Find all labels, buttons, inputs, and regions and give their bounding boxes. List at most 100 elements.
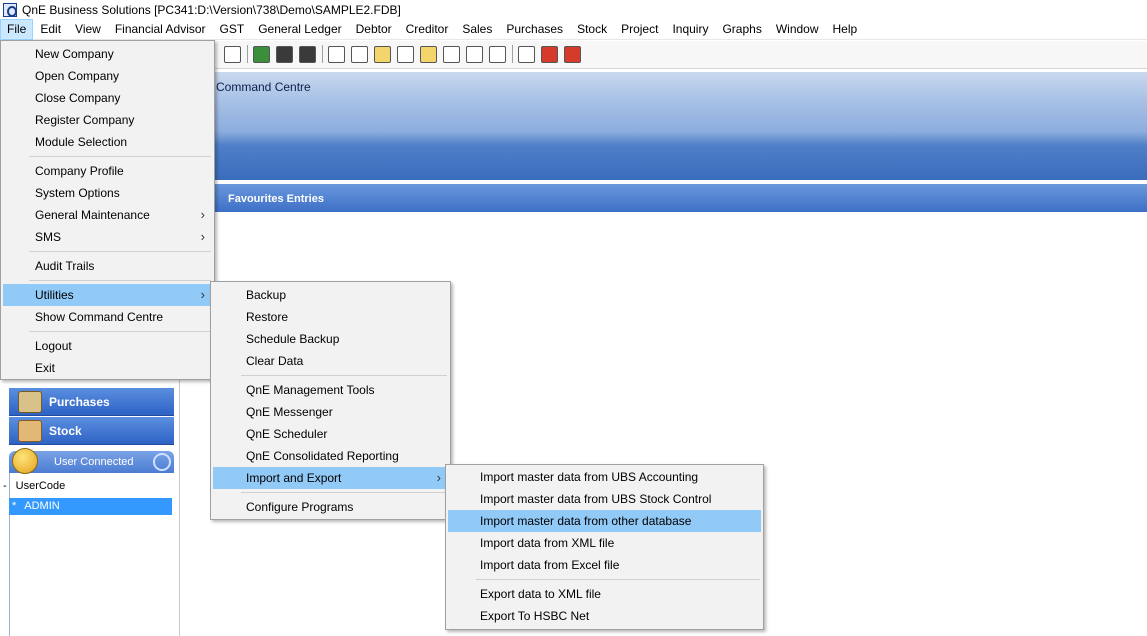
creditor-icon[interactable] bbox=[299, 45, 316, 63]
utilities-menu: Backup Restore Schedule Backup Clear Dat… bbox=[210, 281, 451, 520]
app-icon bbox=[3, 2, 17, 17]
stack-icon[interactable] bbox=[443, 45, 460, 63]
chevron-right-icon: › bbox=[436, 470, 441, 485]
command-centre-title: Command Centre bbox=[216, 80, 311, 94]
nav-stock[interactable]: Stock bbox=[9, 417, 174, 445]
menu-gst[interactable]: GST bbox=[213, 19, 252, 40]
menu-sales[interactable]: Sales bbox=[455, 19, 499, 40]
menu-stock[interactable]: Stock bbox=[570, 19, 614, 40]
document-icon[interactable] bbox=[328, 45, 345, 63]
chevron-right-icon: › bbox=[200, 229, 205, 244]
menu-item-management-tools[interactable]: QnE Management Tools bbox=[213, 379, 448, 401]
menu-separator bbox=[476, 579, 760, 580]
menu-help[interactable]: Help bbox=[826, 19, 865, 40]
menu-item-utilities[interactable]: Utilities › bbox=[3, 284, 212, 306]
user-icon bbox=[12, 448, 38, 474]
menu-separator bbox=[241, 375, 447, 376]
menu-item-import-export[interactable]: Import and Export › bbox=[213, 467, 448, 489]
menu-creditor[interactable]: Creditor bbox=[399, 19, 456, 40]
menu-purchases[interactable]: Purchases bbox=[499, 19, 570, 40]
menu-item-new-company[interactable]: New Company bbox=[3, 43, 212, 65]
menu-separator bbox=[29, 156, 211, 157]
menu-edit[interactable]: Edit bbox=[33, 19, 68, 40]
debtor-icon[interactable] bbox=[276, 45, 293, 63]
refresh-icon[interactable] bbox=[153, 453, 171, 471]
chevron-right-icon: › bbox=[200, 287, 205, 302]
menu-item-export-hsbc[interactable]: Export To HSBC Net bbox=[448, 605, 761, 627]
menu-item-module-selection[interactable]: Module Selection bbox=[3, 131, 212, 153]
folder-icon[interactable] bbox=[420, 45, 437, 63]
menu-item-scheduler[interactable]: QnE Scheduler bbox=[213, 423, 448, 445]
menu-item-sms[interactable]: SMS › bbox=[3, 226, 212, 248]
menu-item-restore[interactable]: Restore bbox=[213, 306, 448, 328]
menu-item-import-ubs-accounting[interactable]: Import master data from UBS Accounting bbox=[448, 466, 761, 488]
menu-separator bbox=[29, 280, 211, 281]
menu-item-system-options[interactable]: System Options bbox=[3, 182, 212, 204]
menu-item-import-xml[interactable]: Import data from XML file bbox=[448, 532, 761, 554]
preview-icon[interactable] bbox=[518, 45, 535, 63]
menu-separator bbox=[29, 251, 211, 252]
menu-item-backup[interactable]: Backup bbox=[213, 284, 448, 306]
usercode-header: UserCode bbox=[15, 480, 66, 492]
menu-financial-advisor[interactable]: Financial Advisor bbox=[108, 19, 213, 40]
menu-item-schedule-backup[interactable]: Schedule Backup bbox=[213, 328, 448, 350]
toolbar-separator bbox=[322, 45, 323, 63]
menu-item-export-xml[interactable]: Export data to XML file bbox=[448, 583, 761, 605]
copy-icon[interactable] bbox=[397, 45, 414, 63]
favourites-title: Favourites Entries bbox=[228, 193, 324, 205]
toolbar-icons bbox=[224, 45, 587, 63]
favourites-bar: Favourites Entries bbox=[183, 184, 1147, 212]
nav-stock-label: Stock bbox=[49, 423, 82, 438]
menu-bar: File Edit View Financial Advisor GST Gen… bbox=[0, 18, 1147, 40]
header-marker: - bbox=[3, 480, 7, 492]
menu-item-company-profile[interactable]: Company Profile bbox=[3, 160, 212, 182]
menu-item-clear-data[interactable]: Clear Data bbox=[213, 350, 448, 372]
back-icon[interactable] bbox=[564, 45, 581, 63]
nav-purchases[interactable]: Purchases bbox=[9, 388, 174, 416]
menu-item-show-command-centre[interactable]: Show Command Centre bbox=[3, 306, 212, 328]
toolbar-separator bbox=[512, 45, 513, 63]
menu-view[interactable]: View bbox=[68, 19, 108, 40]
box-icon bbox=[18, 420, 42, 442]
menu-item-register-company[interactable]: Register Company bbox=[3, 109, 212, 131]
menu-item-close-company[interactable]: Close Company bbox=[3, 87, 212, 109]
menu-graphs[interactable]: Graphs bbox=[715, 19, 768, 40]
notes-icon[interactable] bbox=[374, 45, 391, 63]
menu-item-audit-trails[interactable]: Audit Trails bbox=[3, 255, 212, 277]
menu-file[interactable]: File bbox=[0, 18, 34, 40]
user-row[interactable]: * ADMIN bbox=[9, 498, 172, 515]
menu-item-exit[interactable]: Exit bbox=[3, 357, 212, 379]
truck-icon bbox=[18, 391, 42, 413]
menu-item-configure-programs[interactable]: Configure Programs bbox=[213, 496, 448, 518]
menu-item-messenger[interactable]: QnE Messenger bbox=[213, 401, 448, 423]
row-marker: * bbox=[12, 500, 17, 512]
user-connected-label: User Connected bbox=[54, 456, 134, 468]
window-title: QnE Business Solutions [PC341:D:\Version… bbox=[22, 2, 401, 17]
menu-item-open-company[interactable]: Open Company bbox=[3, 65, 212, 87]
menu-item-logout[interactable]: Logout bbox=[3, 335, 212, 357]
pages-icon[interactable] bbox=[466, 45, 483, 63]
menu-separator bbox=[241, 492, 447, 493]
nav-purchases-label: Purchases bbox=[49, 394, 110, 409]
report-icon[interactable] bbox=[489, 45, 506, 63]
edit-document-icon[interactable] bbox=[351, 45, 368, 63]
menu-project[interactable]: Project bbox=[614, 19, 665, 40]
menu-window[interactable]: Window bbox=[769, 19, 826, 40]
menu-item-import-excel[interactable]: Import data from Excel file bbox=[448, 554, 761, 576]
menu-debtor[interactable]: Debtor bbox=[349, 19, 399, 40]
menu-separator bbox=[29, 331, 211, 332]
menu-item-import-other-database[interactable]: Import master data from other database bbox=[448, 510, 761, 532]
menu-general-ledger[interactable]: General Ledger bbox=[251, 19, 348, 40]
forward-icon[interactable] bbox=[541, 45, 558, 63]
chevron-right-icon: › bbox=[200, 207, 205, 222]
ledger-icon[interactable] bbox=[253, 45, 270, 63]
menu-inquiry[interactable]: Inquiry bbox=[665, 19, 715, 40]
user-list-header: - UserCode bbox=[3, 480, 65, 492]
print-icon[interactable] bbox=[224, 45, 241, 63]
menu-item-consolidated-reporting[interactable]: QnE Consolidated Reporting bbox=[213, 445, 448, 467]
title-bar: QnE Business Solutions [PC341:D:\Version… bbox=[0, 0, 1147, 19]
user-code: ADMIN bbox=[24, 500, 60, 512]
menu-item-import-ubs-stock[interactable]: Import master data from UBS Stock Contro… bbox=[448, 488, 761, 510]
menu-item-general-maintenance[interactable]: General Maintenance › bbox=[3, 204, 212, 226]
toolbar-separator bbox=[247, 45, 248, 63]
